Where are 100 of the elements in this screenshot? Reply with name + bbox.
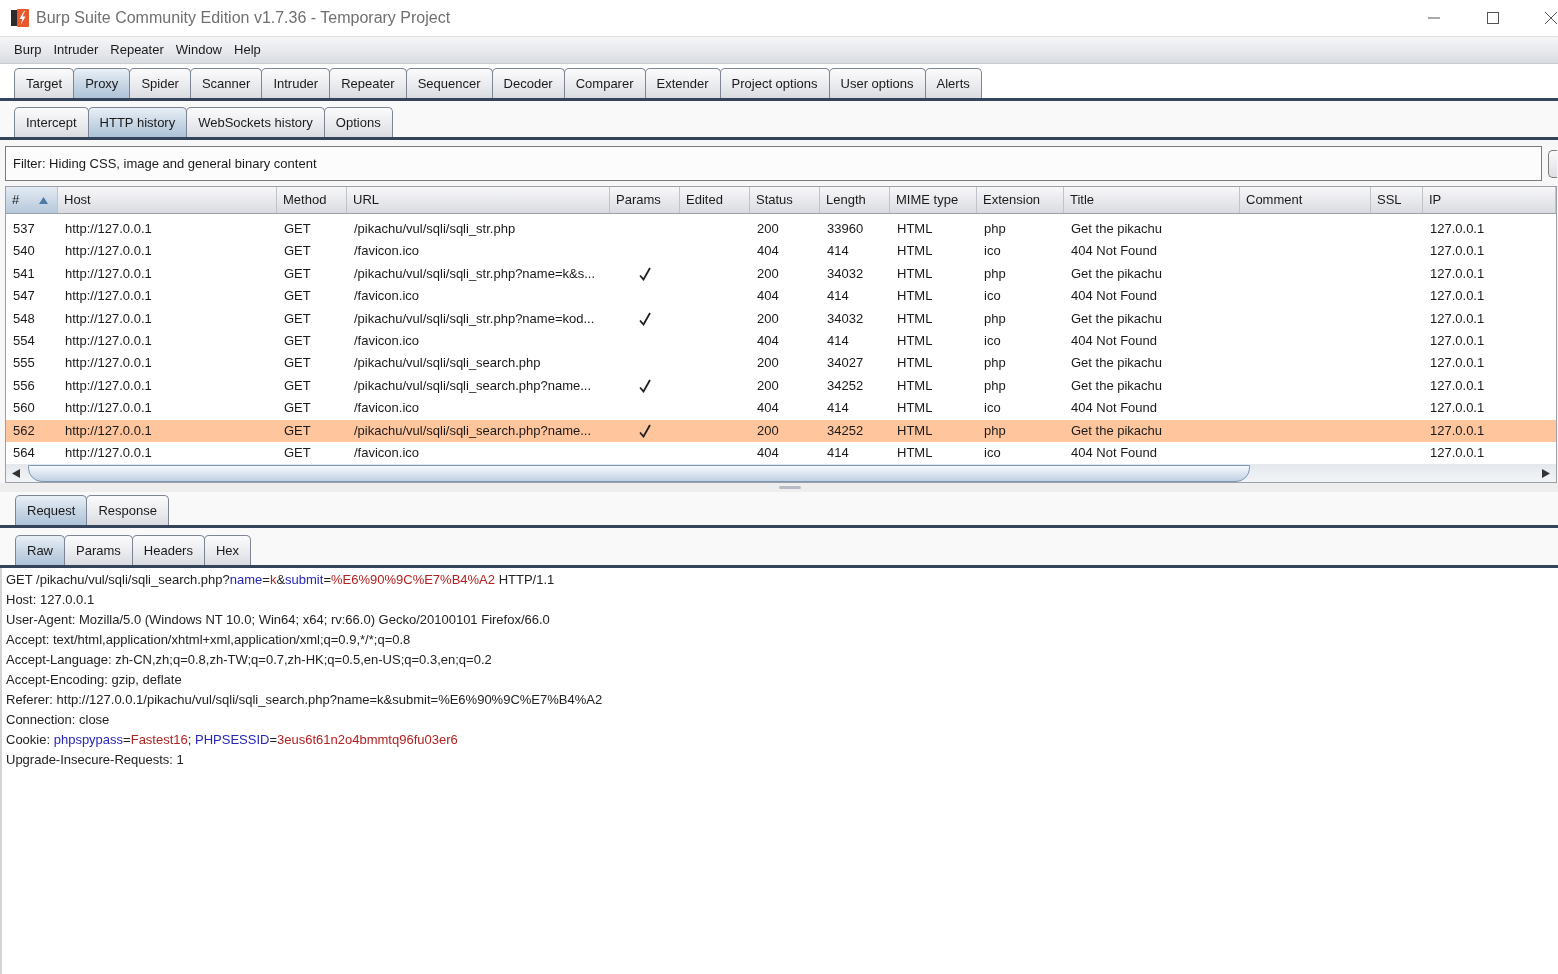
scrollbar-thumb[interactable]	[28, 464, 1250, 482]
column-header[interactable]: SSL	[1371, 187, 1423, 213]
table-cell-text: 564	[12, 443, 36, 462]
tab[interactable]: HTTP history	[87, 107, 188, 137]
table-cell-text: ico	[983, 287, 1002, 306]
tab[interactable]: Raw	[15, 535, 65, 566]
tab[interactable]: Comparer	[563, 68, 646, 98]
column-header[interactable]: #	[6, 187, 58, 213]
column-header[interactable]: Edited	[680, 187, 750, 213]
table-cell-text: http://127.0.0.1	[64, 264, 153, 283]
filter-bar[interactable]: Filter: Hiding CSS, image and general binary content	[5, 146, 1542, 181]
table-cell-text: 404	[756, 399, 780, 418]
app-logo-icon	[11, 9, 29, 27]
column-header[interactable]: MIME type	[890, 187, 977, 213]
tab[interactable]: Project options	[719, 68, 830, 98]
table-cell-text: HTML	[896, 264, 934, 283]
table-cell-text: 34032	[826, 264, 865, 283]
table-cell-text: http://127.0.0.1	[64, 331, 153, 350]
column-header[interactable]: Host	[58, 187, 277, 213]
table-cell-text: Get the pikachu	[1070, 264, 1164, 283]
column-header[interactable]: Length	[820, 187, 890, 213]
table-cell-text: HTML	[896, 376, 934, 395]
tab[interactable]: Decoder	[491, 68, 565, 98]
table-cell-text: php	[983, 354, 1007, 373]
table-cell-text: http://127.0.0.1	[64, 287, 153, 306]
column-header[interactable]: Status	[750, 187, 820, 213]
table-cell-text: 200	[756, 309, 780, 328]
scroll-left-arrow-icon[interactable]	[12, 468, 20, 478]
tab[interactable]: Request	[15, 495, 88, 526]
table-cell-text: Get the pikachu	[1070, 421, 1164, 440]
tab[interactable]: Intercept	[14, 107, 89, 137]
table-row[interactable]: 562 http://127.0.0.1 GET /pikachu/vul/sqli/sqli_search.php?name... 200 34252 HTML php Get the pikachu 127.0.0.1	[6, 419, 1556, 442]
table-cell-text: 34252	[826, 421, 865, 440]
table-cell-text: /pikachu/vul/sqli/sqli_str.php?name=k&s...	[353, 264, 596, 283]
tab[interactable]: Target	[14, 68, 75, 98]
tab[interactable]: Proxy	[73, 68, 131, 98]
table-cell-text: HTML	[896, 421, 934, 440]
tab[interactable]: Options	[323, 107, 393, 137]
side-button[interactable]	[1548, 149, 1557, 178]
table-cell-text: HTML	[896, 309, 934, 328]
request-line: Accept: text/html,application/xhtml+xml,application/xml;q=0.9,*/*;q=0.8	[6, 631, 412, 650]
tab[interactable]: Intruder	[261, 68, 331, 98]
table-cell-text: GET	[283, 376, 312, 395]
table-cell-text: GET	[283, 421, 312, 440]
table-cell-text: 127.0.0.1	[1429, 264, 1486, 283]
menu-item[interactable]: Burp	[8, 37, 48, 63]
tab[interactable]: Alerts	[924, 68, 982, 98]
tab[interactable]: Sequencer	[405, 68, 493, 98]
table-cell-text: ico	[983, 443, 1002, 462]
table-cell-text: GET	[283, 220, 312, 238]
column-header[interactable]: Title	[1064, 187, 1240, 213]
table-cell-text: 34032	[826, 309, 865, 328]
tab[interactable]: Hex	[203, 535, 252, 566]
table-cell-text: Get the pikachu	[1070, 376, 1164, 395]
request-line: Host: 127.0.0.1	[6, 591, 96, 610]
column-header[interactable]: Method	[277, 187, 347, 213]
table-cell-text: ico	[983, 399, 1002, 418]
table-cell-text: 127.0.0.1	[1429, 443, 1486, 462]
table-cell-text: 404 Not Found	[1070, 242, 1158, 261]
request-editor[interactable]	[0, 568, 1558, 974]
table-cell-text: /favicon.ico	[353, 287, 421, 306]
tab[interactable]: Extender	[644, 68, 721, 98]
table-cell-text: GET	[283, 443, 312, 462]
table-cell-text: 127.0.0.1	[1429, 376, 1486, 395]
table-cell-text: GET	[283, 309, 312, 328]
menu-item[interactable]: Repeater	[104, 37, 170, 63]
table-cell-text: 200	[756, 421, 780, 440]
table-cell-text: 547	[12, 287, 36, 306]
column-header[interactable]: Params	[610, 187, 680, 213]
tab[interactable]: Repeater	[329, 68, 407, 98]
maximize-icon	[1486, 12, 1499, 24]
request-line: Upgrade-Insecure-Requests: 1	[6, 751, 185, 770]
tab[interactable]: WebSockets history	[186, 107, 325, 137]
menu-item[interactable]: Window	[169, 37, 228, 63]
table-cell-text: 537	[12, 220, 36, 238]
tab[interactable]: Response	[86, 495, 169, 526]
table-cell-text: ico	[983, 331, 1002, 350]
column-header[interactable]: IP	[1423, 187, 1556, 213]
tab[interactable]: Scanner	[189, 68, 263, 98]
scroll-right-arrow-icon[interactable]	[1542, 468, 1550, 478]
table-cell-text: 414	[826, 399, 850, 418]
column-header[interactable]: Extension	[977, 187, 1064, 213]
table-cell-text: 127.0.0.1	[1429, 242, 1486, 261]
tab[interactable]: Params	[64, 535, 133, 566]
tab[interactable]: User options	[828, 68, 926, 98]
splitter-handle[interactable]	[779, 486, 801, 490]
table-cell-text: GET	[283, 331, 312, 350]
table-cell-text: php	[983, 376, 1007, 395]
table-cell-text: 414	[826, 242, 850, 261]
table-cell-text: php	[983, 264, 1007, 283]
menu-item[interactable]: Intruder	[47, 37, 105, 63]
column-header[interactable]: Comment	[1240, 187, 1371, 213]
table-cell-text: /favicon.ico	[353, 242, 421, 261]
tab[interactable]: Headers	[131, 535, 205, 566]
table-cell-text: /favicon.ico	[353, 331, 421, 350]
column-header[interactable]: URL	[347, 187, 610, 213]
menu-item[interactable]: Help	[228, 37, 267, 63]
table-cell-text: 200	[756, 220, 780, 238]
table-cell-text: 555	[12, 354, 36, 373]
tab[interactable]: Spider	[129, 68, 191, 98]
